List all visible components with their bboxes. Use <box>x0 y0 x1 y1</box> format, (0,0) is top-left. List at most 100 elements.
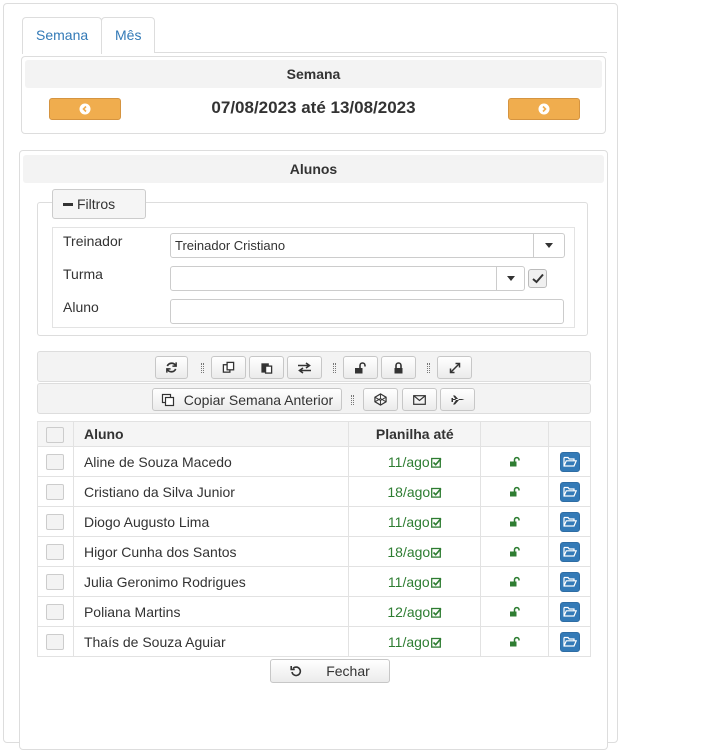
check-square-icon <box>431 547 442 558</box>
actions-toolbar <box>37 351 591 382</box>
column-header-aluno: Aluno <box>72 421 350 447</box>
lock-status-cell[interactable] <box>480 566 550 597</box>
unlock-icon[interactable] <box>509 606 521 617</box>
check-square-icon <box>430 577 442 588</box>
aluno-input[interactable] <box>170 299 564 324</box>
open-folder-button[interactable] <box>559 511 580 532</box>
lock-status-cell[interactable] <box>480 506 550 537</box>
filters-toggle-button[interactable]: Filtros <box>52 189 146 219</box>
unlock-icon[interactable] <box>509 486 521 497</box>
week-panel: Semana 07/08/2023 até 13/08/2023 <box>21 56 606 134</box>
minus-icon <box>63 202 73 206</box>
sheet-until-cell: 18/ago <box>348 476 482 507</box>
copy-toolbar: Copiar Semana Anterior <box>37 383 591 414</box>
plane-icon <box>451 395 464 404</box>
email-button[interactable] <box>402 388 437 411</box>
codepen-button[interactable] <box>363 388 398 411</box>
column-header-action <box>548 421 591 447</box>
open-cell <box>548 566 591 597</box>
folder-open-icon <box>562 486 577 497</box>
row-checkbox[interactable] <box>46 454 65 471</box>
open-folder-button[interactable] <box>559 571 580 592</box>
caret-down-icon <box>506 276 515 281</box>
unlock-icon[interactable] <box>509 546 521 557</box>
swap-arrows-icon <box>298 361 311 374</box>
open-cell <box>548 626 591 657</box>
folder-open-icon <box>562 606 577 617</box>
trainer-dropdown-toggle[interactable] <box>533 234 564 257</box>
check-square-icon <box>430 517 442 528</box>
select-all-checkbox[interactable] <box>46 426 65 443</box>
open-folder-button[interactable] <box>559 631 580 652</box>
lock-button[interactable] <box>381 356 416 379</box>
row-checkbox[interactable] <box>46 574 65 591</box>
table-row: Cristiano da Silva Junior 18/ago <box>37 476 591 507</box>
student-name: Poliana Martins <box>72 596 350 627</box>
copy-button[interactable] <box>211 356 246 379</box>
paste-button[interactable] <box>249 356 284 379</box>
open-folder-button[interactable] <box>559 541 580 562</box>
unlock-icon[interactable] <box>509 456 521 467</box>
copy-previous-week-label: Copiar Semana Anterior <box>183 391 334 408</box>
row-checkbox[interactable] <box>46 604 65 621</box>
paste-icon <box>261 363 273 374</box>
open-cell <box>548 536 591 567</box>
row-checkbox-cell[interactable] <box>37 446 74 477</box>
expand-icon <box>449 362 460 373</box>
turma-select[interactable] <box>170 266 525 291</box>
swap-button[interactable] <box>287 356 322 379</box>
row-checkbox[interactable] <box>46 514 65 531</box>
lock-status-cell[interactable] <box>480 446 550 477</box>
sheet-until-date: 11/ago <box>387 513 430 530</box>
refresh-button[interactable] <box>155 356 188 379</box>
lock-status-cell[interactable] <box>480 596 550 627</box>
send-plane-button[interactable] <box>440 388 475 411</box>
student-name: Julia Geronimo Rodrigues <box>72 566 350 597</box>
unlock-icon <box>355 361 366 373</box>
sheet-until-date: 12/ago <box>387 603 431 620</box>
table-row: Higor Cunha dos Santos 18/ago <box>37 536 591 567</box>
table-row: Thaís de Souza Aguiar 11/ago <box>37 626 591 657</box>
undo-icon <box>290 666 302 677</box>
unlock-icon[interactable] <box>509 636 521 647</box>
trainer-label: Treinador <box>63 233 123 249</box>
tab-mes[interactable]: Mês <box>101 17 156 53</box>
lock-status-cell[interactable] <box>480 536 550 567</box>
open-folder-button[interactable] <box>559 601 580 622</box>
sheet-until-cell: 11/ago <box>348 446 482 477</box>
unlock-button[interactable] <box>343 356 378 379</box>
row-checkbox[interactable] <box>46 634 65 651</box>
open-folder-button[interactable] <box>559 481 580 502</box>
row-checkbox[interactable] <box>46 484 65 501</box>
sheet-until-cell: 11/ago <box>348 566 482 597</box>
lock-status-cell[interactable] <box>480 626 550 657</box>
row-checkbox[interactable] <box>46 544 65 561</box>
row-checkbox-cell[interactable] <box>37 506 74 537</box>
student-name: Cristiano da Silva Junior <box>72 476 350 507</box>
trainer-select[interactable]: Treinador Cristiano <box>170 233 565 258</box>
turma-check-toggle[interactable] <box>528 269 547 288</box>
turma-label: Turma <box>63 266 103 282</box>
folder-open-icon <box>562 516 577 527</box>
open-folder-button[interactable] <box>559 451 580 472</box>
students-table: Aluno Planilha até Aline de Souza Macedo… <box>37 421 591 657</box>
sheet-until-date: 11/ago <box>387 573 430 590</box>
row-checkbox-cell[interactable] <box>37 476 74 507</box>
row-checkbox-cell[interactable] <box>37 536 74 567</box>
row-checkbox-cell[interactable] <box>37 626 74 657</box>
tab-semana[interactable]: Semana <box>22 17 103 54</box>
copy-previous-week-button[interactable]: Copiar Semana Anterior <box>152 388 342 411</box>
lock-status-cell[interactable] <box>480 476 550 507</box>
next-week-button[interactable] <box>508 98 580 120</box>
expand-button[interactable] <box>437 356 472 379</box>
row-checkbox-cell[interactable] <box>37 596 74 627</box>
main-container: Semana Mês Semana 07/08/2023 até 13/08/2… <box>3 3 618 750</box>
envelope-icon <box>413 394 426 405</box>
row-checkbox-cell[interactable] <box>37 566 74 597</box>
table-row: Aline de Souza Macedo 11/ago <box>37 446 591 477</box>
close-button[interactable]: Fechar <box>270 659 390 683</box>
unlock-icon[interactable] <box>509 576 521 587</box>
unlock-icon[interactable] <box>509 516 521 527</box>
select-all-checkbox-cell[interactable] <box>37 421 74 447</box>
turma-dropdown-toggle[interactable] <box>496 267 524 290</box>
